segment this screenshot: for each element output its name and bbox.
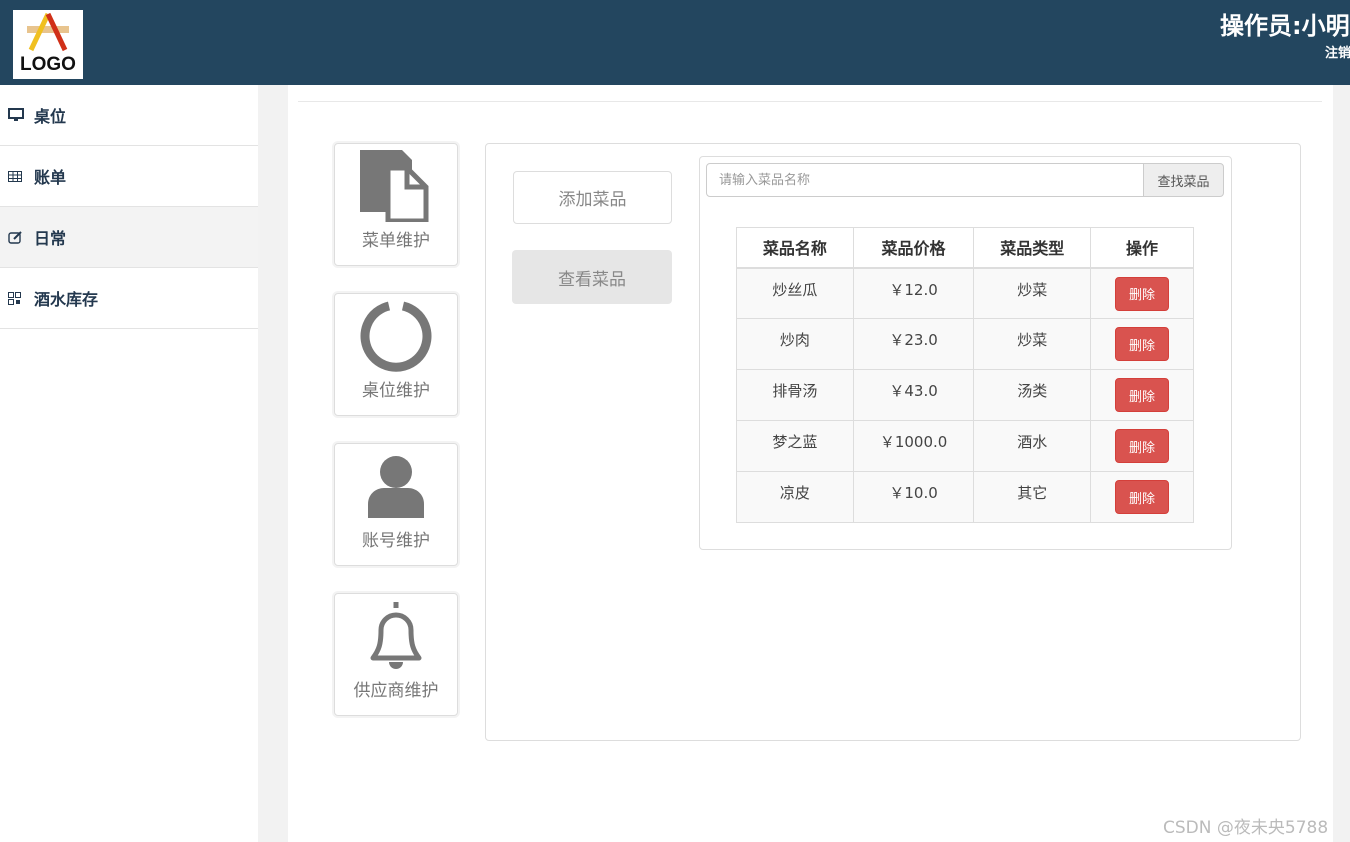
delete-button[interactable]: 删除 [1115, 480, 1170, 514]
edit-icon [8, 230, 26, 244]
sidebar-item-drinks-stock[interactable]: 酒水库存 [0, 268, 258, 329]
logout-link[interactable]: 注销 [1325, 42, 1350, 61]
dish-name: 炒肉 [736, 318, 854, 370]
dish-price: ￥43.0 [852, 369, 975, 421]
dish-name: 排骨汤 [736, 369, 854, 421]
sidebar-item-tables[interactable]: 桌位 [0, 85, 258, 146]
table-row: 梦之蓝 ￥1000.0 酒水 删除 [736, 420, 1194, 472]
delete-button[interactable]: 删除 [1115, 429, 1170, 463]
sidebar-item-label: 日常 [34, 229, 67, 248]
dish-type: 炒菜 [973, 318, 1092, 370]
dish-name: 炒丝瓜 [736, 267, 854, 319]
tile-account-maintenance[interactable]: 账号维护 [334, 443, 458, 566]
circle-notch-icon [360, 301, 432, 372]
dish-name: 梦之蓝 [736, 420, 854, 472]
action-cell: 删除 [1090, 267, 1194, 319]
desktop-icon [8, 108, 26, 122]
table-row: 排骨汤 ￥43.0 汤类 删除 [736, 369, 1194, 421]
logo-compass-icon [27, 12, 69, 52]
column-header: 操作 [1090, 227, 1194, 269]
dish-price: ￥1000.0 [852, 420, 975, 472]
sidebar-item-label: 账单 [34, 168, 67, 187]
user-icon [368, 456, 424, 518]
sidebar-item-label: 酒水库存 [34, 290, 99, 309]
search-dish-button[interactable]: 查找菜品 [1143, 163, 1224, 197]
table-row: 凉皮 ￥10.0 其它 删除 [736, 471, 1194, 523]
column-header: 菜品价格 [852, 227, 975, 269]
dish-table: 菜品名称 菜品价格 菜品类型 操作 炒丝瓜 ￥12.0 炒菜 删除 炒肉 ￥23.0 炒菜删… [736, 227, 1194, 523]
logo-text: LOGO [20, 54, 76, 75]
dish-price: ￥12.0 [852, 267, 975, 319]
gutter [258, 85, 288, 842]
file-icon [360, 150, 429, 222]
tile-label: 供应商维护 [353, 681, 439, 701]
table-icon [8, 170, 26, 182]
add-dish-button[interactable]: 添加菜品 [513, 171, 672, 224]
action-cell: 删除 [1090, 318, 1194, 370]
delete-button[interactable]: 删除 [1115, 276, 1170, 311]
action-cell: 删除 [1090, 369, 1194, 421]
dish-type: 酒水 [973, 420, 1092, 472]
operator-name: 操作员:小明 [1220, 12, 1350, 40]
column-header: 菜品名称 [736, 227, 854, 269]
divider [298, 101, 1322, 102]
tile-label: 账号维护 [362, 531, 430, 551]
sidebar-item-label: 桌位 [34, 107, 67, 126]
view-dishes-button[interactable]: 查看菜品 [512, 250, 672, 304]
watermark: CSDN @夜未央5788 [1163, 818, 1329, 838]
dish-price: ￥23.0 [852, 318, 975, 370]
sidebar-item-daily[interactable]: 日常 [0, 207, 258, 268]
tile-table-maintenance[interactable]: 桌位维护 [334, 293, 458, 416]
scrollbar-track[interactable] [1333, 85, 1350, 842]
table-header-row: 菜品名称 菜品价格 菜品类型 操作 [736, 227, 1194, 269]
column-header: 菜品类型 [973, 227, 1092, 269]
tile-menu-maintenance[interactable]: 菜单维护 [334, 143, 458, 266]
dish-search-input[interactable] [706, 163, 1144, 197]
dish-price: ￥10.0 [852, 471, 975, 523]
tile-label: 菜单维护 [362, 231, 430, 251]
table-row: 炒丝瓜 ￥12.0 炒菜 删除 [736, 267, 1194, 319]
qrcode-icon [8, 291, 26, 305]
action-cell: 删除 [1090, 471, 1194, 523]
action-cell: 删除 [1090, 420, 1194, 472]
top-header: LOGO 操作员:小明 注销 [0, 0, 1350, 85]
sidebar-item-bills[interactable]: 账单 [0, 146, 258, 207]
sidebar: 桌位 账单 日常 酒水库存 [0, 85, 258, 842]
dish-name: 凉皮 [736, 471, 854, 523]
delete-button[interactable]: 删除 [1115, 327, 1170, 361]
dish-type: 其它 [973, 471, 1092, 523]
dish-type: 炒菜 [973, 267, 1092, 319]
logo: LOGO [13, 10, 83, 79]
delete-button[interactable]: 删除 [1115, 378, 1170, 412]
table-row: 炒肉 ￥23.0 炒菜 删除 [736, 318, 1194, 370]
dish-type: 汤类 [973, 369, 1092, 421]
tile-label: 桌位维护 [362, 381, 430, 401]
tile-supplier-maintenance[interactable]: 供应商维护 [334, 593, 458, 716]
bell-icon [370, 602, 422, 669]
